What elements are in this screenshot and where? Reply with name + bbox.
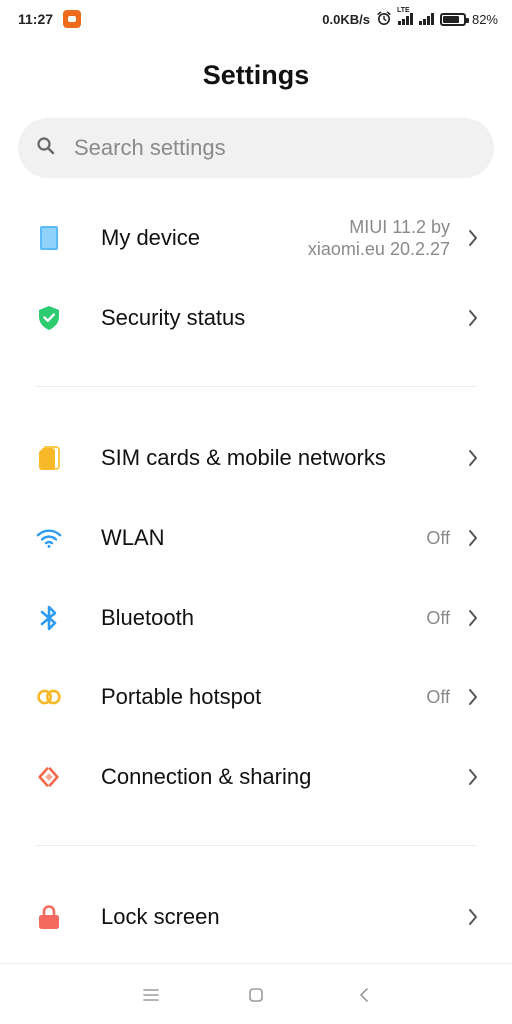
settings-item-label: WLAN [101, 525, 165, 550]
signal-strength-icon [418, 13, 434, 25]
battery-icon [439, 12, 469, 26]
chevron-right-icon [466, 307, 480, 329]
search-icon [36, 136, 56, 161]
menu-icon[interactable] [140, 984, 162, 1006]
section-divider [36, 386, 476, 387]
settings-item-label: SIM cards & mobile networks [101, 445, 386, 470]
hotspot-icon [36, 684, 62, 710]
settings-item-value: MIUI 11.2 by xiaomi.eu 20.2.27 [307, 217, 450, 259]
chevron-right-icon [466, 906, 480, 928]
chevron-right-icon [466, 766, 480, 788]
chevron-right-icon [466, 607, 480, 629]
settings-item-value: Off [426, 608, 450, 628]
lte-signal-icon: LTE [397, 7, 413, 25]
chevron-right-icon [466, 527, 480, 549]
battery-fill [442, 15, 460, 23]
settings-item-lock-screen[interactable]: Lock screen [0, 877, 512, 957]
settings-item-label: Lock screen [101, 904, 220, 929]
back-icon[interactable] [353, 984, 375, 1006]
settings-item-label: My device [101, 225, 201, 250]
settings-item-value: Off [426, 528, 450, 548]
page-title: Settings [202, 60, 310, 90]
battery-percent: 82% [471, 11, 498, 27]
sim-card-icon [36, 445, 62, 471]
section-divider [36, 845, 476, 846]
shield-check-icon [36, 305, 62, 331]
chevron-right-icon [466, 686, 480, 708]
alarm-icon [376, 10, 392, 29]
settings-item-sim-cards[interactable]: SIM cards & mobile networks [0, 418, 512, 498]
status-bar: 11:27 0.0KB/s LTE 82% [0, 0, 512, 38]
search-bar[interactable] [18, 118, 494, 178]
settings-item-connection-sharing[interactable]: Connection & sharing [0, 737, 512, 817]
bluetooth-icon [36, 605, 62, 631]
settings-item-label: Security status [101, 305, 246, 330]
wifi-icon [36, 525, 62, 551]
settings-item-wlan[interactable]: WLAN Off [0, 498, 512, 578]
settings-item-label: Connection & sharing [101, 764, 312, 789]
settings-item-value: Off [426, 687, 450, 707]
mi-app-notification-icon [63, 10, 82, 28]
home-icon[interactable] [245, 984, 267, 1006]
settings-item-bluetooth[interactable]: Bluetooth Off [0, 578, 512, 658]
settings-item-my-device[interactable]: My device MIUI 11.2 by xiaomi.eu 20.2.27 [0, 198, 512, 278]
search-input[interactable] [74, 135, 454, 161]
settings-item-security-status[interactable]: Security status [0, 278, 512, 358]
status-time: 11:27 [18, 11, 54, 27]
chevron-right-icon [466, 447, 480, 469]
device-icon [36, 225, 62, 251]
settings-item-label: Portable hotspot [101, 684, 262, 709]
settings-item-label: Bluetooth [101, 605, 194, 630]
connection-sharing-icon [36, 764, 62, 790]
settings-screen: 11:27 0.0KB/s LTE 82% Settings Search se… [0, 0, 512, 1024]
lock-icon [36, 904, 62, 930]
network-speed: 0.0KB/s [322, 11, 370, 27]
navigation-bar [0, 963, 512, 1024]
chevron-right-icon [466, 227, 480, 249]
settings-item-portable-hotspot[interactable]: Portable hotspot Off [0, 657, 512, 737]
